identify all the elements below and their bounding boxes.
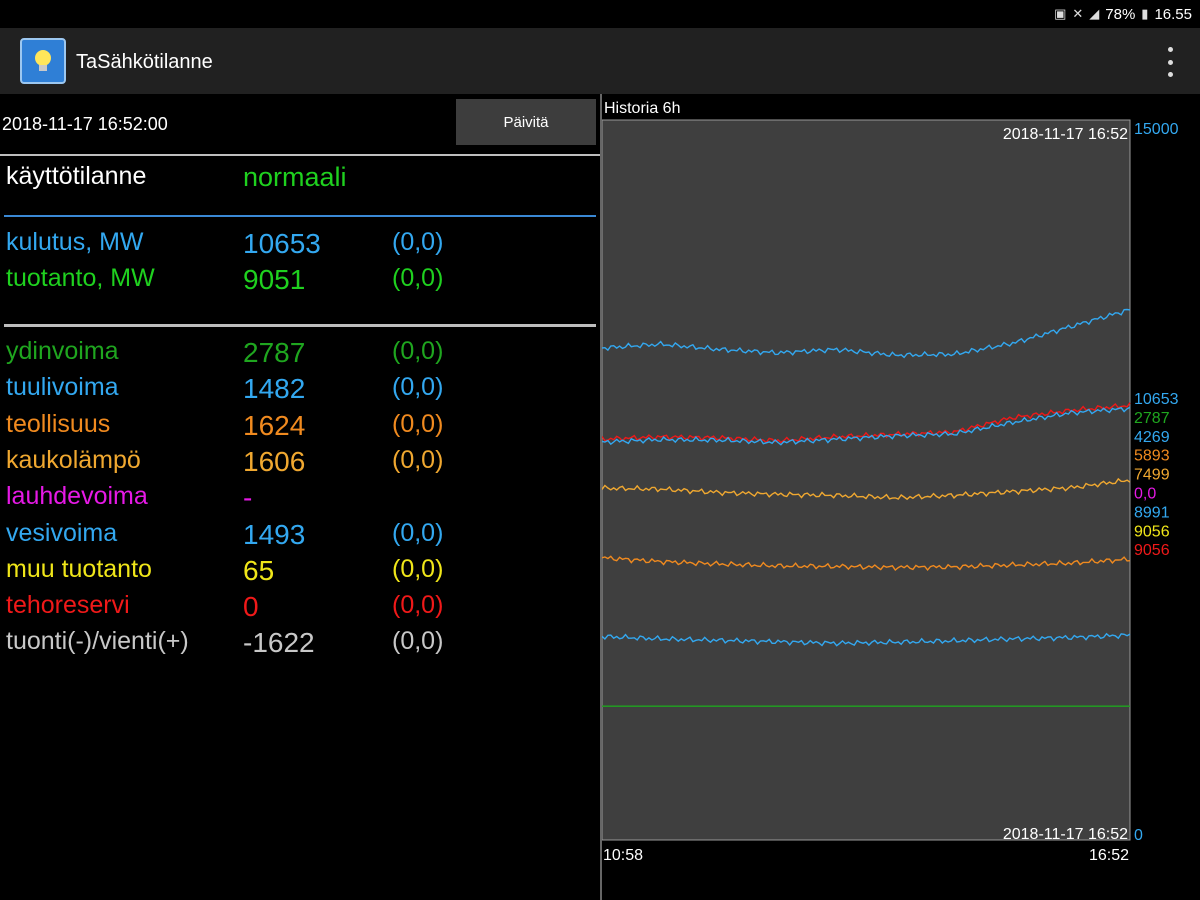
legend-value: 9056 [1134, 542, 1170, 559]
app-title: TaSähkötilanne [76, 51, 213, 73]
sources-change: (0,0) [392, 337, 444, 365]
divider [0, 154, 600, 156]
legend-value: 9056 [1134, 523, 1170, 540]
sources-change: (0,0) [392, 445, 444, 474]
sources-value: 1624 [243, 409, 306, 441]
legend-value: 2787 [1134, 410, 1170, 427]
x-tick-label: 10:58 [603, 847, 643, 864]
legend-value: 10653 [1134, 391, 1179, 408]
summary-label: kulutus, MW [6, 228, 144, 256]
summary-value: 10653 [243, 228, 321, 259]
sources-value: 1493 [243, 518, 306, 550]
sources-label: muu tuotanto [6, 554, 152, 583]
summary-row: tuotanto, MW 9051 (0,0) [0, 264, 600, 300]
state-row: käyttötilanne normaali [0, 162, 600, 198]
sources-row: lauhdevoima - [0, 482, 600, 518]
sources-label: ydinvoima [6, 337, 119, 365]
sources-value: 1482 [243, 373, 306, 405]
y-tick-label: 15000 [1134, 121, 1179, 138]
sources-change: (0,0) [392, 627, 444, 656]
sources-label: lauhdevoima [6, 482, 148, 511]
sources-change: (0,0) [392, 373, 444, 402]
history-chart-svg: 2018-11-17 16:52 2018-11-17 16:52 10:58 16:… [602, 119, 1179, 864]
action-bar: TaSähkötilanne [0, 28, 1200, 94]
summary-change: (0,0) [392, 228, 444, 256]
update-timestamp: 2018-11-17 16:52:00 [2, 114, 168, 134]
history-chart: 2018-11-17 16:52 2018-11-17 16:52 10:58 16:… [602, 94, 1200, 900]
battery-icon: ▮ [1141, 6, 1149, 21]
bottom-timestamp: 2018-11-17 16:52 [1003, 826, 1128, 843]
summary-row: kulutus, MW 10653 (0,0) [0, 228, 600, 264]
sources-row: tuonti(-)/vienti(+) -1622 (0,0) [0, 627, 600, 663]
sources-value: 2787 [243, 337, 306, 368]
state-label: käyttötilanne [6, 162, 147, 190]
overflow-menu-icon[interactable] [1162, 47, 1178, 77]
lightbulb-icon [20, 38, 66, 84]
top-timestamp: 2018-11-17 16:52 [1003, 126, 1128, 143]
sources-change: (0,0) [392, 591, 444, 620]
notification-icon: ▣ [1054, 6, 1067, 21]
summary-value: 9051 [243, 264, 306, 295]
sources-change: (0,0) [392, 409, 444, 438]
state-value: normaali [243, 162, 347, 192]
sources-label: tehoreservi [6, 591, 130, 620]
status-bar: ▣ ✕ ◢ 78% ▮ 16.55 [0, 0, 1200, 28]
divider [4, 324, 596, 327]
legend-value: 5893 [1134, 448, 1170, 465]
sources-value: -1622 [243, 627, 315, 659]
sources-label: teollisuus [6, 409, 111, 438]
sources-row: teollisuus 1624 (0,0) [0, 410, 600, 446]
sources-row: muu tuotanto 65 (0,0) [0, 555, 600, 591]
x-tick-label: 16:52 [1089, 847, 1129, 864]
sources-value: 0 [243, 591, 259, 623]
sources-row: tehoreservi 0 (0,0) [0, 591, 600, 627]
sources-change: (0,0) [392, 518, 444, 547]
status-panel: 2018-11-17 16:52:00 Päivitä käyttötilann… [0, 94, 600, 900]
y-tick-label: 0 [1134, 827, 1143, 844]
legend-value: 7499 [1134, 467, 1170, 484]
summary-change: (0,0) [392, 264, 444, 292]
sources-value: 65 [243, 554, 275, 586]
sources-label: tuulivoima [6, 373, 119, 402]
sources-value: 1606 [243, 445, 306, 477]
sources-label: kaukolämpö [6, 445, 141, 474]
sources-change: (0,0) [392, 554, 444, 583]
legend-value: 0,0 [1134, 486, 1156, 503]
sources-label: vesivoima [6, 518, 118, 547]
summary-label: tuotanto, MW [6, 264, 155, 292]
sources-value: - [243, 482, 253, 514]
chart-title: Historia 6h [604, 100, 681, 117]
plot-area [602, 119, 1131, 841]
divider [4, 215, 596, 217]
sources-row: tuulivoima 1482 (0,0) [0, 373, 600, 409]
sources-row: kaukolämpö 1606 (0,0) [0, 446, 600, 482]
sources-row: vesivoima 1493 (0,0) [0, 519, 600, 555]
battery-percent: 78% [1105, 5, 1136, 23]
legend-value: 4269 [1134, 429, 1170, 446]
signal-icon: ◢ [1089, 6, 1100, 21]
sources-label: tuonti(-)/vienti(+) [6, 627, 189, 656]
clock: 16.55 [1154, 5, 1192, 23]
legend-value: 8991 [1134, 504, 1170, 521]
refresh-button[interactable]: Päivitä [456, 99, 596, 145]
sources-row: ydinvoima 2787 (0,0) [0, 337, 600, 373]
mute-icon: ✕ [1072, 6, 1084, 21]
